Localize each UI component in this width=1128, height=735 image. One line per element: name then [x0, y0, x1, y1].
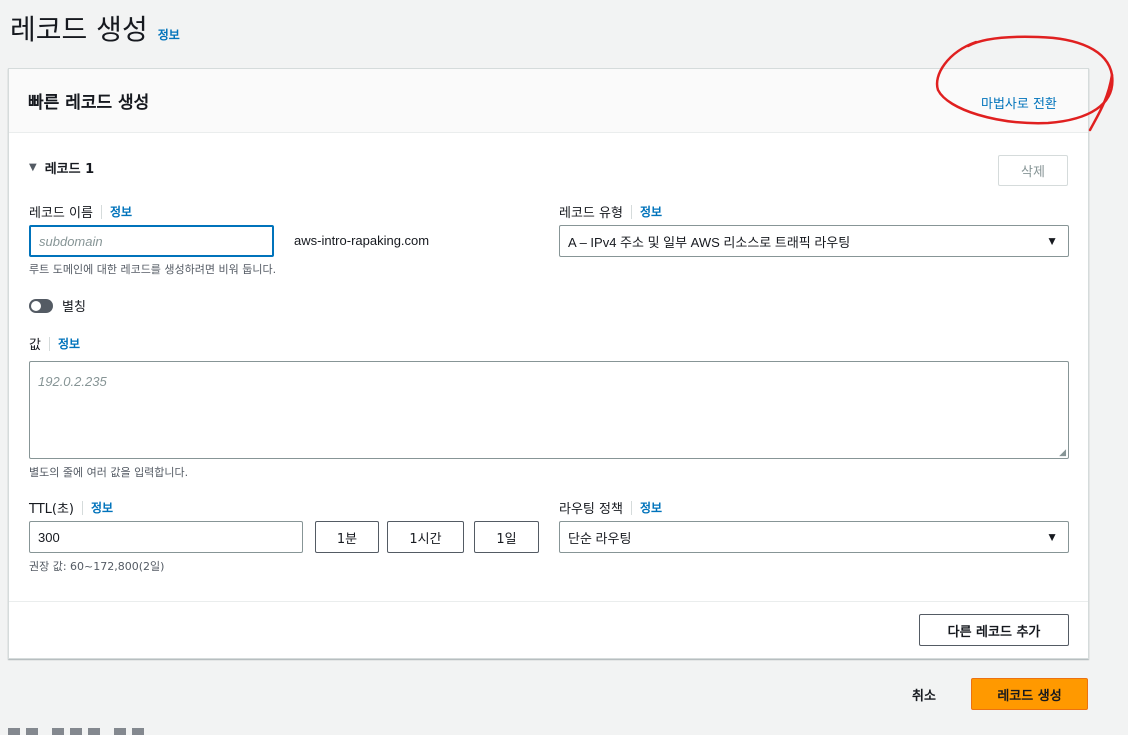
- caret-down-icon: ▼: [1046, 530, 1058, 544]
- ttl-value: 300: [38, 529, 60, 545]
- value-info-link[interactable]: 정보: [48, 336, 80, 351]
- record-section-toggle[interactable]: ▼ 레코드 1: [29, 158, 94, 177]
- record-type-label-text: 레코드 유형: [559, 206, 623, 221]
- alias-toggle[interactable]: [29, 298, 53, 313]
- alias-label: 별칭: [62, 300, 86, 315]
- page-title-row: 레코드 생성 정보: [10, 8, 180, 48]
- toggle-knob: [31, 300, 41, 311]
- add-record-button[interactable]: 다른 레코드 추가: [919, 614, 1069, 646]
- value-hint: 별도의 줄에 여러 값을 입력합니다.: [29, 466, 189, 479]
- annotation-circle: [935, 35, 1114, 132]
- domain-suffix: aws-intro-rapaking.com: [294, 233, 430, 248]
- routing-policy-info-link[interactable]: 정보: [630, 500, 662, 515]
- record-section-title: 레코드 1: [44, 162, 95, 177]
- ttl-1hour-button[interactable]: 1시간: [387, 521, 464, 553]
- ttl-1day-button[interactable]: 1일: [474, 521, 539, 553]
- value-textarea[interactable]: 192.0.2.235 ◢: [29, 361, 1069, 459]
- record-name-placeholder: subdomain: [39, 233, 103, 249]
- page-title: 레코드 생성: [10, 13, 148, 46]
- record-name-label-text: 레코드 이름: [29, 206, 93, 221]
- quick-create-panel: 빠른 레코드 생성 마법사로 전환 ▼ 레코드 1 삭제 레코드 이름 정보 s…: [8, 68, 1089, 659]
- record-type-info-link[interactable]: 정보: [630, 204, 662, 219]
- record-name-hint: 루트 도메인에 대한 레코드를 생성하려면 비워 둡니다.: [29, 263, 277, 276]
- routing-policy-select[interactable]: 단순 라우팅 ▼: [559, 521, 1069, 553]
- ttl-input[interactable]: 300: [29, 521, 303, 553]
- routing-policy-selected: 단순 라우팅: [568, 530, 632, 546]
- ttl-1min-button[interactable]: 1분: [315, 521, 379, 553]
- ttl-label-text: TTL(초): [29, 502, 74, 517]
- value-placeholder: 192.0.2.235: [38, 374, 107, 389]
- routing-policy-label-text: 라우팅 정책: [559, 502, 623, 517]
- caret-down-icon: ▼: [1046, 234, 1058, 248]
- routing-policy-label: 라우팅 정책 정보: [559, 498, 662, 517]
- value-label-text: 값: [29, 338, 41, 353]
- create-record-button[interactable]: 레코드 생성: [971, 678, 1088, 710]
- record-name-label: 레코드 이름 정보: [29, 202, 132, 221]
- record-type-label: 레코드 유형 정보: [559, 202, 662, 221]
- record-name-input[interactable]: subdomain: [29, 225, 274, 257]
- divider: [9, 601, 1088, 602]
- ttl-label: TTL(초) 정보: [29, 498, 113, 517]
- page-info-link[interactable]: 정보: [158, 26, 180, 43]
- next-section-heading-cutoff: [8, 728, 178, 735]
- panel-header: 빠른 레코드 생성 마법사로 전환: [9, 69, 1088, 133]
- ttl-info-link[interactable]: 정보: [82, 500, 113, 515]
- cancel-button[interactable]: 취소: [912, 685, 936, 704]
- value-label: 값 정보: [29, 334, 80, 353]
- caret-down-icon: ▼: [29, 162, 37, 173]
- ttl-hint: 권장 값: 60~172,800(2일): [29, 560, 165, 573]
- resize-handle-icon[interactable]: ◢: [1059, 448, 1066, 458]
- panel-title: 빠른 레코드 생성: [28, 93, 150, 113]
- record-name-info-link[interactable]: 정보: [100, 204, 132, 219]
- alias-toggle-row: 별칭: [29, 296, 86, 315]
- record-type-select[interactable]: A – IPv4 주소 및 일부 AWS 리소스로 트래픽 라우팅 ▼: [559, 225, 1069, 257]
- delete-button[interactable]: 삭제: [998, 155, 1068, 186]
- record-type-selected: A – IPv4 주소 및 일부 AWS 리소스로 트래픽 라우팅: [568, 234, 851, 250]
